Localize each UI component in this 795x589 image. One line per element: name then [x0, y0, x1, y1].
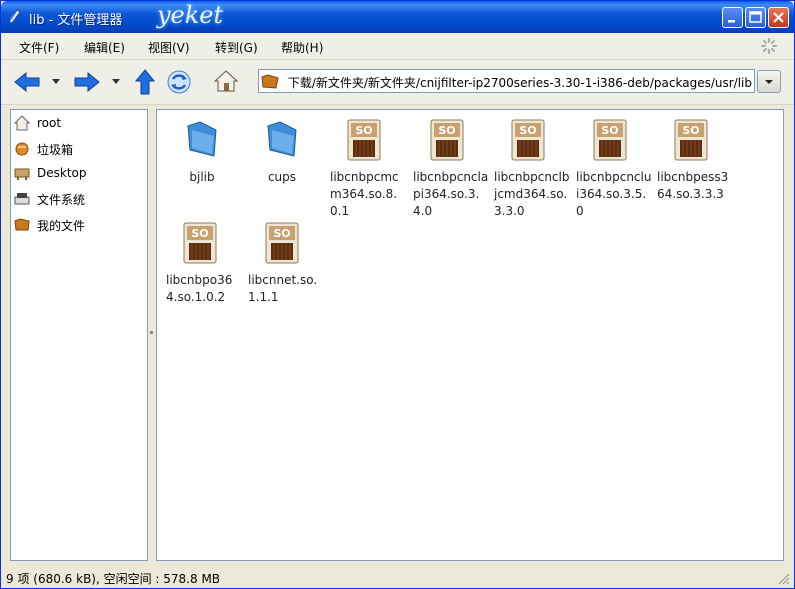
svg-text:SO: SO: [191, 227, 208, 240]
shared-library-icon: SO: [511, 119, 545, 161]
throbber-icon: [761, 38, 777, 54]
file-item-so[interactable]: SO libcnbpess364.so.3.3.3: [651, 118, 731, 218]
chevron-down-icon: [765, 80, 773, 84]
folder-icon: [261, 73, 279, 89]
file-name: libcnbpess364.so.3.3.3: [657, 170, 729, 201]
sidebar-item-label: 文件系统: [37, 193, 86, 207]
desktop-icon: [14, 168, 30, 180]
shared-library-icon: SO: [430, 119, 464, 161]
close-icon: [773, 12, 784, 23]
svg-text:SO: SO: [355, 124, 372, 137]
minimize-button[interactable]: [722, 7, 743, 28]
file-name: libcnnet.so.1.1.1: [248, 273, 318, 304]
file-name: cups: [267, 170, 297, 184]
file-item-so[interactable]: SO libcnbpo364.so.1.0.2: [160, 221, 240, 304]
svg-text:SO: SO: [682, 124, 699, 137]
logo: yeket: [157, 1, 224, 29]
file-item-so[interactable]: SO libcnbpcnclapi364.so.3.4.0: [407, 118, 489, 218]
trash-icon: [15, 142, 29, 156]
folder-icon: [187, 121, 217, 157]
sidebar-item-desktop[interactable]: Desktop: [14, 163, 144, 183]
location-field[interactable]: 下载/新文件夹/新文件夹/cnijfilter-ip2700series-3.3…: [258, 69, 755, 93]
minimize-icon: [728, 20, 735, 23]
file-name: libcnbpcnclapi364.so.3.4.0: [413, 170, 489, 218]
location-dropdown-button[interactable]: [757, 70, 781, 93]
file-item-so[interactable]: SO libcnbpcnclbjcmd364.so.3.3.0: [488, 118, 570, 218]
sidebar-item-label: 我的文件: [37, 219, 86, 233]
home-icon: [14, 115, 30, 131]
forward-arrow-icon[interactable]: [73, 71, 101, 93]
sidebar: root 垃圾箱 Desktop 文件系统 我的文件: [10, 109, 148, 561]
menu-edit[interactable]: 编辑(E): [84, 39, 125, 56]
shared-library-icon: SO: [593, 119, 627, 161]
splitter-grip: [150, 331, 153, 334]
sidebar-item-trash[interactable]: 垃圾箱: [14, 138, 144, 158]
file-view: bjlib cups SO libcnbpcmcm364.so.8.0.1 SO…: [156, 109, 784, 561]
menu-help[interactable]: 帮助(H): [281, 39, 323, 56]
shared-library-icon: SO: [183, 222, 217, 264]
up-arrow-icon[interactable]: [135, 68, 155, 96]
sidebar-item-label: Desktop: [37, 166, 87, 180]
file-item-so[interactable]: SO libcnbpcnclui364.so.3.5.0: [570, 118, 652, 218]
shared-library-icon: SO: [265, 222, 299, 264]
app-icon: [8, 9, 21, 24]
resize-grip-icon[interactable]: [776, 571, 790, 585]
back-dropdown-icon[interactable]: [51, 78, 61, 86]
forward-dropdown-icon[interactable]: [111, 78, 121, 86]
drive-icon: [14, 193, 30, 205]
file-name: libcnbpo364.so.1.0.2: [166, 273, 233, 304]
file-name: libcnbpcmcm364.so.8.0.1: [330, 170, 399, 218]
menu-go[interactable]: 转到(G): [215, 39, 258, 56]
menu-file[interactable]: 文件(F): [19, 39, 59, 56]
file-item-cups[interactable]: cups: [242, 118, 322, 198]
sidebar-item-label: root: [37, 116, 62, 130]
svg-text:SO: SO: [519, 124, 536, 137]
shared-library-icon: SO: [347, 119, 381, 161]
pane-splitter[interactable]: [149, 109, 155, 561]
file-item-so[interactable]: SO libcnbpcmcm364.so.8.0.1: [324, 118, 404, 218]
menu-bar: 文件(F) 编辑(E) 视图(V) 转到(G) 帮助(H): [1, 33, 794, 60]
sidebar-item-label: 垃圾箱: [37, 143, 74, 157]
status-bar: 9 项 (680.6 kB), 空闲空间 : 578.8 MB: [1, 565, 794, 588]
folder-icon: [14, 218, 30, 231]
svg-text:SO: SO: [601, 124, 618, 137]
title-bar[interactable]: lib - 文件管理器 yeket: [1, 1, 794, 33]
svg-text:SO: SO: [273, 227, 290, 240]
maximize-icon: [749, 11, 762, 23]
file-name: libcnbpcnclbjcmd364.so.3.3.0: [494, 170, 570, 218]
back-arrow-icon[interactable]: [13, 71, 41, 93]
window-title: lib - 文件管理器: [29, 13, 123, 28]
shared-library-icon: SO: [674, 119, 708, 161]
sidebar-item-my-files[interactable]: 我的文件: [14, 214, 144, 234]
menu-view[interactable]: 视图(V): [148, 39, 190, 56]
close-button[interactable]: [768, 7, 789, 28]
home-icon[interactable]: [213, 69, 239, 93]
location-path: 下载/新文件夹/新文件夹/cnijfilter-ip2700series-3.3…: [287, 76, 752, 90]
sidebar-item-root[interactable]: root: [14, 113, 144, 133]
sidebar-item-filesystem[interactable]: 文件系统: [14, 188, 144, 208]
status-text: 9 项 (680.6 kB), 空闲空间 : 578.8 MB: [6, 572, 221, 586]
maximize-button[interactable]: [745, 7, 766, 28]
folder-icon: [267, 121, 297, 157]
file-manager-window: lib - 文件管理器 yeket 文件(F) 编辑(E) 视图(V) 转到(G…: [0, 0, 795, 589]
file-name: libcnbpcnclui364.so.3.5.0: [576, 170, 652, 218]
file-name: bjlib: [189, 170, 215, 184]
svg-text:SO: SO: [438, 124, 455, 137]
file-item-bjlib[interactable]: bjlib: [162, 118, 242, 198]
file-item-so[interactable]: SO libcnnet.so.1.1.1: [242, 221, 322, 304]
reload-icon[interactable]: [166, 69, 192, 95]
